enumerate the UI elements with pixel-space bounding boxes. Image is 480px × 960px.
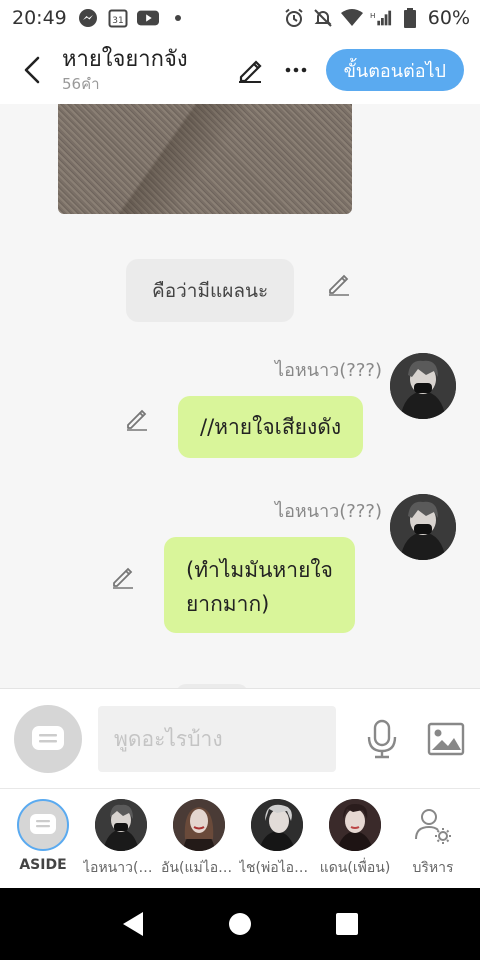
character-name: บริหาร xyxy=(412,860,454,876)
chat-image[interactable] xyxy=(58,104,352,214)
message-bubble[interactable]: //หายใจเสียงดัง xyxy=(178,396,364,458)
story-title: หายใจยากจัง xyxy=(62,47,188,72)
calendar-icon: 31 xyxy=(107,7,129,29)
message-line: (ทำไมมันหายใจ xyxy=(186,558,333,582)
insert-image-button[interactable] xyxy=(426,719,466,759)
back-button[interactable] xyxy=(18,50,46,90)
svg-text:H: H xyxy=(370,11,376,20)
word-count: 56คำ xyxy=(62,75,100,93)
svg-text:31: 31 xyxy=(112,16,123,26)
avatar-image xyxy=(95,799,147,851)
character-name: ไอหนาว(???) xyxy=(83,860,159,876)
character-bar: ASIDE ไอหนาว(???) อัน(แม่ไอหนาว) ไช(พ่อไ… xyxy=(0,788,480,888)
nav-recents-button[interactable] xyxy=(327,904,367,944)
next-step-button[interactable]: ขั้นตอนต่อไป xyxy=(325,49,464,91)
top-app-bar: หายใจยากจัง 56คำ ขั้นตอนต่อไป xyxy=(0,36,480,104)
more-horizontal-icon xyxy=(285,67,306,73)
status-bar: 20:49 31 H 60% xyxy=(0,0,480,36)
pencil-icon xyxy=(238,60,262,83)
avatar-image xyxy=(173,799,225,851)
pencil-icon xyxy=(329,274,349,296)
battery-icon xyxy=(399,7,421,29)
messenger-icon xyxy=(77,7,99,29)
edit-message-button[interactable] xyxy=(124,406,150,432)
square-recents-icon xyxy=(335,913,358,935)
aside-avatar xyxy=(17,799,69,851)
nav-back-button[interactable] xyxy=(113,904,153,944)
speaker-name: ไอหนาว(???) xyxy=(275,501,382,522)
chat-area[interactable]: คือว่ามีแผลนะ ไอหนาว(???) //หายใจเสียงดั… xyxy=(0,104,480,688)
character-aside[interactable]: ASIDE xyxy=(4,799,82,873)
dot-icon xyxy=(167,7,189,29)
speech-bubble-icon xyxy=(32,725,64,750)
character-name: อัน(แม่ไอหนาว) xyxy=(161,860,237,876)
character-ai-nao[interactable]: ไอหนาว(???) xyxy=(82,799,160,879)
edit-narration-button[interactable] xyxy=(326,271,352,297)
message-input[interactable] xyxy=(98,705,336,772)
character-name: แดน(เพื่อน) xyxy=(319,860,391,876)
character-an[interactable]: อัน(แม่ไอหนาว) xyxy=(160,799,238,879)
image-icon xyxy=(427,722,465,755)
edit-title-button[interactable] xyxy=(234,54,266,86)
pencil-icon xyxy=(113,567,133,589)
pencil-icon xyxy=(127,409,147,431)
character-name: ASIDE xyxy=(19,857,67,873)
avatar-image xyxy=(390,494,456,560)
character-avatar[interactable] xyxy=(390,353,456,419)
youtube-icon xyxy=(136,7,159,29)
user-settings-icon xyxy=(415,809,451,844)
status-time: 20:49 xyxy=(12,7,67,29)
voice-input-button[interactable] xyxy=(364,717,400,761)
composer-bar xyxy=(0,688,480,788)
character-chai[interactable]: ไช(พ่อไอหนาว) xyxy=(238,799,316,879)
character-avatar[interactable] xyxy=(390,494,456,560)
mute-icon xyxy=(312,7,334,29)
wifi-icon xyxy=(340,7,363,29)
alarm-icon xyxy=(283,7,305,29)
system-nav-bar xyxy=(0,888,480,960)
chevron-left-icon xyxy=(24,56,40,84)
message-bubble[interactable]: (ทำไมมันหายใจ ยากมาก) xyxy=(164,537,355,633)
edit-message-button[interactable] xyxy=(110,564,136,590)
avatar xyxy=(329,799,381,851)
nav-home-button[interactable] xyxy=(220,904,260,944)
more-options-button[interactable] xyxy=(280,54,312,86)
message-line: ยากมาก) xyxy=(186,592,270,616)
avatar-image xyxy=(251,799,303,851)
microphone-icon xyxy=(367,719,397,758)
character-daen[interactable]: แดน(เพื่อน) xyxy=(316,799,394,879)
avatar xyxy=(95,799,147,851)
circle-home-icon xyxy=(228,913,251,935)
speech-bubble-icon xyxy=(30,814,56,834)
manage-characters[interactable]: บริหาร xyxy=(394,799,472,879)
avatar xyxy=(251,799,303,851)
avatar xyxy=(173,799,225,851)
avatar-image xyxy=(329,799,381,851)
battery-percent: 60% xyxy=(427,7,470,29)
triangle-back-icon xyxy=(123,912,144,936)
signal-icon: H xyxy=(370,7,392,29)
character-name: ไช(พ่อไอหนาว) xyxy=(239,860,315,876)
manage-icon-wrap xyxy=(407,799,459,851)
speaker-name: ไอหนาว(???) xyxy=(275,360,382,381)
avatar-image xyxy=(390,353,456,419)
narration-bubble[interactable]: คือว่ามีแผลนะ xyxy=(126,259,295,322)
aside-toggle-button[interactable] xyxy=(14,704,82,773)
